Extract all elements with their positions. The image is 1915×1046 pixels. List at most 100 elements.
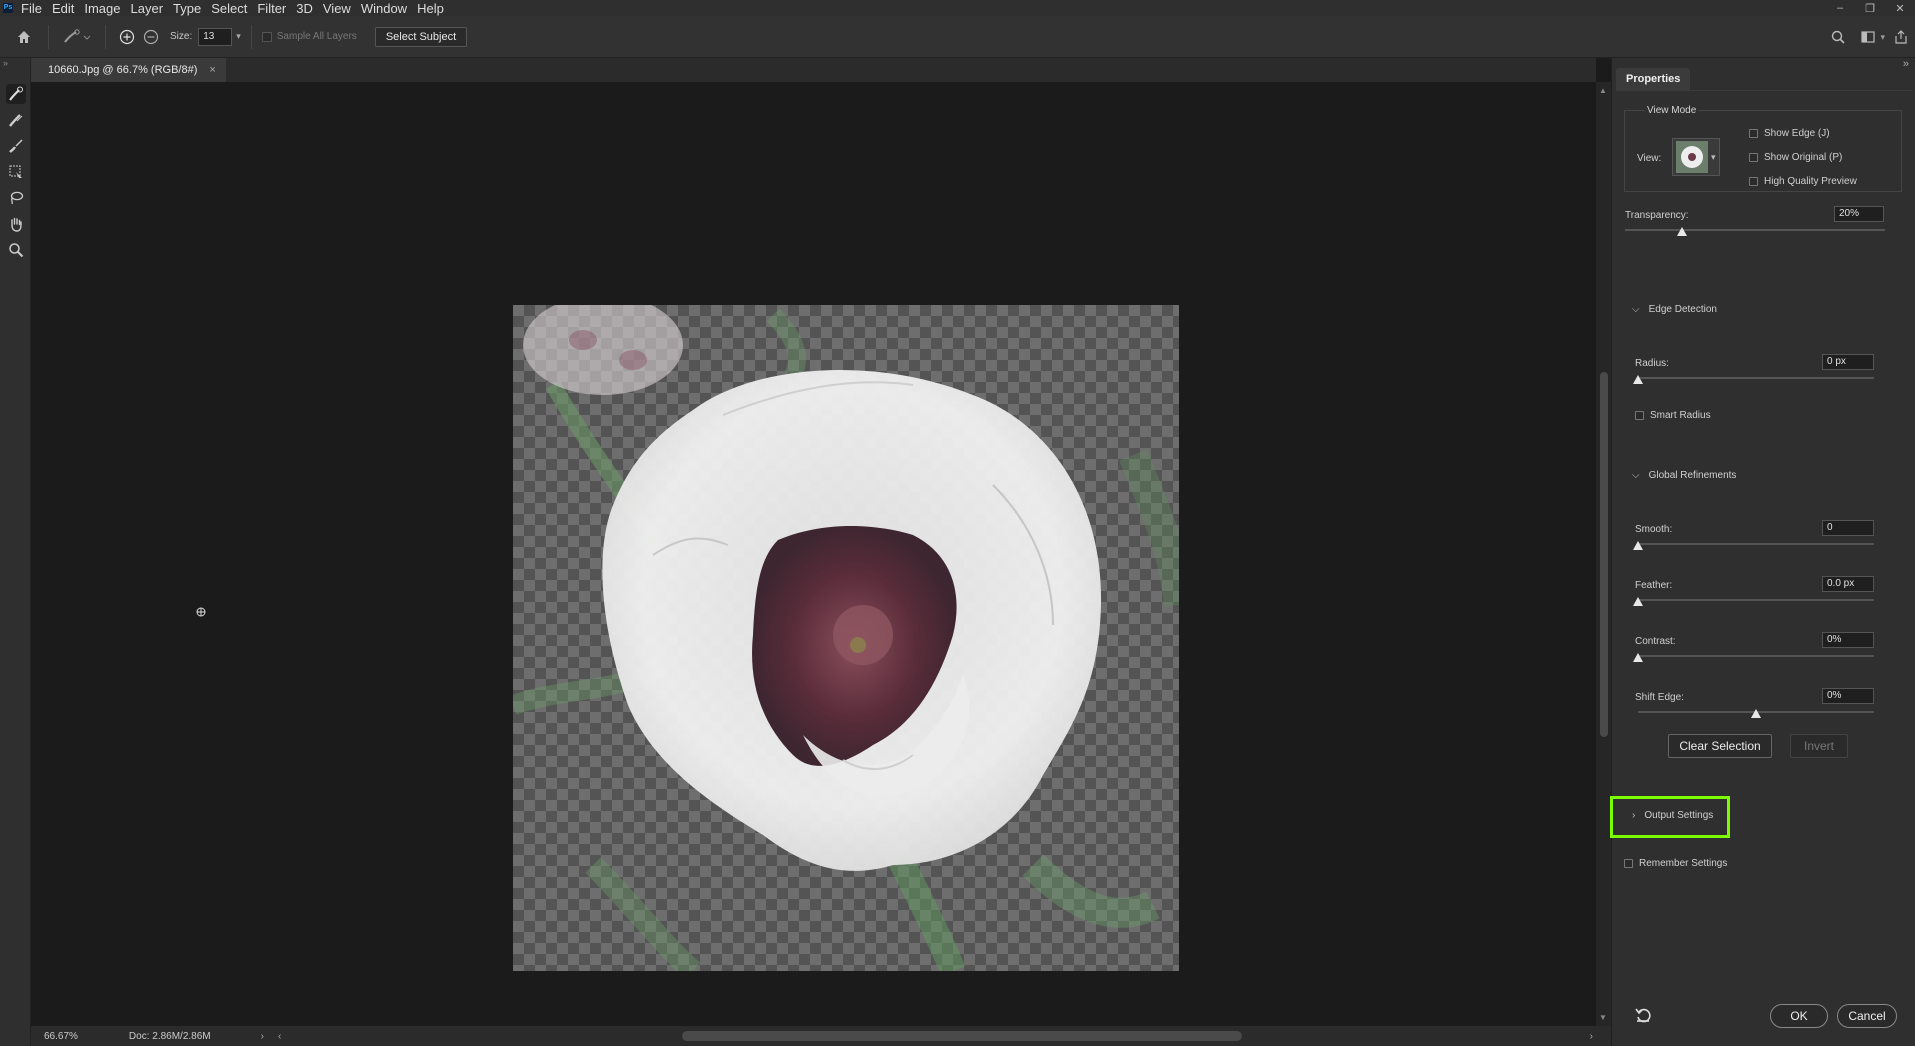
properties-panel: » Properties View Mode View: ▾ Show Edge… (1611, 58, 1915, 1046)
global-refinements-header[interactable]: ⌵ Global Refinements (1632, 470, 1736, 481)
zoom-level[interactable]: 66.67% (44, 1031, 78, 1042)
radius-slider-track[interactable] (1638, 377, 1874, 379)
chevron-down-icon[interactable]: ▾ (1880, 32, 1885, 43)
brush-size-input[interactable]: 13 (198, 27, 233, 46)
hand-tool[interactable] (6, 214, 26, 234)
high-quality-checkbox[interactable] (1749, 177, 1758, 186)
tools-panel: » (0, 58, 31, 1046)
share-icon[interactable] (1893, 29, 1909, 45)
divider (1616, 90, 1912, 91)
restore-button[interactable]: ❐ (1855, 2, 1885, 15)
menu-filter[interactable]: Filter (257, 1, 286, 16)
workspace-icon[interactable] (1860, 29, 1876, 45)
search-icon[interactable] (1830, 29, 1846, 45)
vertical-scroll-thumb[interactable] (1600, 372, 1608, 737)
poppy-image (513, 305, 1179, 971)
lasso-tool[interactable] (6, 188, 26, 208)
smart-radius-row[interactable]: Smart Radius (1635, 410, 1711, 421)
menu-image[interactable]: Image (84, 1, 120, 16)
view-thumbnail-dropdown[interactable]: ▾ (1672, 138, 1720, 176)
image-canvas[interactable] (513, 305, 1179, 971)
minimize-button[interactable]: – (1825, 2, 1855, 14)
refine-edge-brush-tool[interactable] (6, 110, 26, 130)
add-to-selection-button[interactable] (116, 29, 138, 45)
radius-input[interactable]: 0 px (1822, 354, 1874, 370)
refine-edge-brush-icon (9, 114, 23, 127)
select-subject-button[interactable]: Select Subject (374, 26, 468, 47)
object-selection-tool[interactable] (6, 162, 26, 182)
close-tab-icon[interactable]: × (209, 64, 215, 76)
feather-slider-thumb[interactable] (1633, 597, 1643, 606)
global-refinements-title: Global Refinements (1648, 470, 1737, 481)
high-quality-label: High Quality Preview (1764, 176, 1857, 187)
contrast-input[interactable]: 0% (1822, 632, 1874, 648)
scroll-right-icon[interactable]: › (1590, 1031, 1593, 1042)
transparency-input[interactable]: 20% (1834, 206, 1884, 222)
smooth-slider-track[interactable] (1638, 543, 1874, 545)
remember-settings-checkbox[interactable] (1624, 859, 1633, 868)
remember-settings-row[interactable]: Remember Settings (1624, 858, 1727, 869)
edge-detection-header[interactable]: ⌵ Edge Detection (1632, 304, 1717, 315)
home-button[interactable] (0, 16, 48, 58)
tool-preset-picker[interactable] (59, 28, 95, 45)
horizontal-scroll-thumb[interactable] (682, 1031, 1242, 1041)
menu-file[interactable]: File (21, 1, 42, 16)
subtract-circle-icon (143, 29, 159, 44)
invert-button[interactable]: Invert (1790, 734, 1848, 758)
transparency-slider-track[interactable] (1625, 229, 1885, 231)
properties-tab[interactable]: Properties (1616, 68, 1691, 90)
feather-input[interactable]: 0.0 px (1822, 576, 1874, 592)
show-edge-row[interactable]: Show Edge (J) (1749, 128, 1830, 139)
document-title: 10660.Jpg @ 66.7% (RGB/8#) (48, 64, 198, 76)
chevron-down-icon: ⌵ (1632, 470, 1640, 481)
shift-edge-input[interactable]: 0% (1822, 688, 1874, 704)
ok-button[interactable]: OK (1770, 1004, 1828, 1028)
menu-layer[interactable]: Layer (131, 1, 164, 16)
collapse-panel-icon[interactable]: » (1903, 58, 1909, 70)
add-circle-icon (119, 29, 135, 44)
transparency-slider-thumb[interactable] (1677, 227, 1687, 236)
radius-slider-thumb[interactable] (1633, 375, 1643, 384)
show-edge-checkbox[interactable] (1749, 129, 1758, 138)
feather-slider-track[interactable] (1638, 599, 1874, 601)
chevron-down-icon[interactable]: ▾ (236, 31, 241, 42)
menu-window[interactable]: Window (361, 1, 407, 16)
reset-icon[interactable] (1634, 1006, 1652, 1024)
smooth-input[interactable]: 0 (1822, 520, 1874, 536)
menu-type[interactable]: Type (173, 1, 201, 16)
chevron-right-icon[interactable]: › (261, 1031, 264, 1042)
menu-help[interactable]: Help (417, 1, 444, 16)
scroll-left-icon[interactable]: ‹ (278, 1031, 281, 1042)
document-tab[interactable]: 10660.Jpg @ 66.7% (RGB/8#) × (31, 58, 226, 82)
quick-selection-brush-icon (64, 28, 91, 43)
cancel-button[interactable]: Cancel (1837, 1004, 1897, 1028)
window-controls: – ❐ ✕ (1825, 0, 1915, 16)
smart-radius-checkbox[interactable] (1635, 411, 1644, 420)
brush-tool[interactable] (6, 136, 26, 156)
menu-3d[interactable]: 3D (296, 1, 313, 16)
show-original-checkbox[interactable] (1749, 153, 1758, 162)
zoom-tool[interactable] (6, 240, 26, 260)
close-window-button[interactable]: ✕ (1885, 2, 1915, 15)
show-original-row[interactable]: Show Original (P) (1749, 152, 1842, 163)
sample-all-layers-checkbox[interactable] (261, 31, 272, 42)
scroll-down-icon[interactable]: ▼ (1599, 1013, 1607, 1022)
vertical-scrollbar[interactable]: ▲ ▼ (1596, 82, 1611, 1026)
clear-selection-button[interactable]: Clear Selection (1668, 734, 1772, 758)
smooth-slider-thumb[interactable] (1633, 541, 1643, 550)
shift-edge-slider-thumb[interactable] (1751, 709, 1761, 718)
quick-selection-icon (9, 86, 23, 101)
contrast-slider-thumb[interactable] (1633, 653, 1643, 662)
quick-selection-tool[interactable] (6, 84, 26, 104)
menu-edit[interactable]: Edit (52, 1, 74, 16)
contrast-slider-track[interactable] (1638, 655, 1874, 657)
scroll-up-icon[interactable]: ▲ (1599, 86, 1607, 95)
subtract-from-selection-button[interactable] (138, 29, 164, 45)
canvas-area[interactable] (31, 82, 1596, 1026)
document-tab-bar: 10660.Jpg @ 66.7% (RGB/8#) × (31, 58, 1596, 82)
collapse-icon[interactable]: » (3, 58, 8, 68)
high-quality-row[interactable]: High Quality Preview (1749, 176, 1857, 187)
menu-select[interactable]: Select (211, 1, 247, 16)
brush-icon (9, 139, 23, 153)
menu-view[interactable]: View (323, 1, 351, 16)
